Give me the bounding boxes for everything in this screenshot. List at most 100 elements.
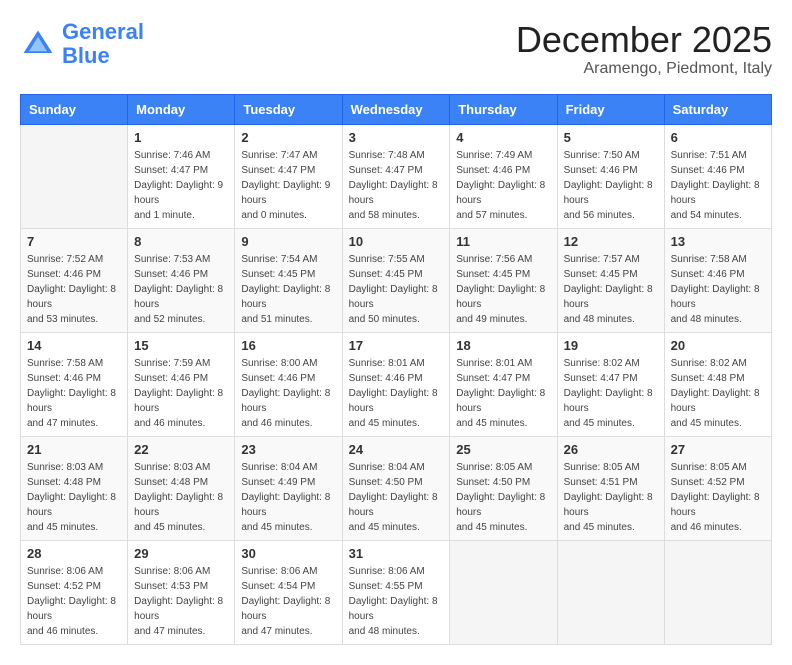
daylight-text-line1: Daylight: Daylight: 8 hours <box>241 282 335 312</box>
calendar-cell: 15Sunrise: 7:59 AMSunset: 4:46 PMDayligh… <box>128 332 235 436</box>
sunset-text: Sunset: 4:46 PM <box>134 267 228 282</box>
calendar-cell: 2Sunrise: 7:47 AMSunset: 4:47 PMDaylight… <box>235 124 342 228</box>
sunset-text: Sunset: 4:46 PM <box>134 371 228 386</box>
day-number: 23 <box>241 442 335 457</box>
day-info: Sunrise: 7:49 AMSunset: 4:46 PMDaylight:… <box>456 148 550 223</box>
sunrise-text: Sunrise: 8:06 AM <box>349 564 444 579</box>
sunrise-text: Sunrise: 8:06 AM <box>134 564 228 579</box>
sunrise-text: Sunrise: 7:58 AM <box>671 252 765 267</box>
day-number: 11 <box>456 234 550 249</box>
sunset-text: Sunset: 4:54 PM <box>241 579 335 594</box>
daylight-text-line2: and 47 minutes. <box>134 624 228 639</box>
calendar-cell: 21Sunrise: 8:03 AMSunset: 4:48 PMDayligh… <box>21 436 128 540</box>
day-info: Sunrise: 8:05 AMSunset: 4:51 PMDaylight:… <box>564 460 658 535</box>
day-number: 26 <box>564 442 658 457</box>
calendar-cell: 26 Sunrise: 8:05 AMSunset: 4:51 PMDayligh… <box>557 436 664 540</box>
daylight-text-line2: and 57 minutes. <box>456 208 550 223</box>
daylight-text-line2: and 54 minutes. <box>671 208 765 223</box>
daylight-text-line2: and 48 minutes. <box>349 624 444 639</box>
day-number: 17 <box>349 338 444 353</box>
daylight-text-line1: Daylight: Daylight: 8 hours <box>134 594 228 624</box>
daylight-text-line1: Daylight: Daylight: 8 hours <box>349 490 444 520</box>
day-number: 31 <box>349 546 444 561</box>
day-info: Sunrise: 7:46 AMSunset: 4:47 PMDaylight:… <box>134 148 228 223</box>
calendar-cell: 17Sunrise: 8:01 AMSunset: 4:46 PMDayligh… <box>342 332 450 436</box>
day-number: 30 <box>241 546 335 561</box>
daylight-text-line2: and 45 minutes. <box>27 520 121 535</box>
day-info: Sunrise: 7:56 AMSunset: 4:45 PMDaylight:… <box>456 252 550 327</box>
sunset-text: Sunset: 4:45 PM <box>241 267 335 282</box>
sunrise-text: Sunrise: 8:01 AM <box>456 356 550 371</box>
sunrise-text: Sunrise: 8:04 AM <box>349 460 444 475</box>
day-number: 24 <box>349 442 444 457</box>
daylight-text-line1: Daylight: Daylight: 8 hours <box>671 282 765 312</box>
day-number: 15 <box>134 338 228 353</box>
calendar-cell <box>664 540 771 644</box>
day-number: 4 <box>456 130 550 145</box>
day-info: Sunrise: 8:06 AMSunset: 4:55 PMDaylight:… <box>349 564 444 639</box>
main-title: December 2025 <box>516 20 772 60</box>
sunrise-text: Sunrise: 8:02 AM <box>671 356 765 371</box>
day-info: Sunrise: 8:05 AMSunset: 4:50 PMDaylight:… <box>456 460 550 535</box>
calendar-cell: 24 Sunrise: 8:04 AMSunset: 4:50 PMDayligh… <box>342 436 450 540</box>
calendar-cell <box>450 540 557 644</box>
calendar-cell: 19Sunrise: 8:02 AMSunset: 4:47 PMDayligh… <box>557 332 664 436</box>
sunset-text: Sunset: 4:46 PM <box>564 163 658 178</box>
sunset-text: Sunset: 4:46 PM <box>349 371 444 386</box>
calendar-week-row: 28Sunrise: 8:06 AMSunset: 4:52 PMDayligh… <box>21 540 772 644</box>
calendar-cell: 30Sunrise: 8:06 AMSunset: 4:54 PMDayligh… <box>235 540 342 644</box>
daylight-text-line1: Daylight: Daylight: 8 hours <box>456 386 550 416</box>
calendar-cell <box>21 124 128 228</box>
day-info: Sunrise: 7:58 AMSunset: 4:46 PMDaylight:… <box>27 356 121 431</box>
sunrise-text: Sunrise: 8:00 AM <box>241 356 335 371</box>
daylight-text-line2: and 48 minutes. <box>564 312 658 327</box>
calendar-cell: 7 Sunrise: 7:52 AMSunset: 4:46 PMDaylight… <box>21 228 128 332</box>
logo-general: General <box>62 19 144 44</box>
sunrise-text: Sunrise: 7:46 AM <box>134 148 228 163</box>
day-number: 10 <box>349 234 444 249</box>
sunrise-text: Sunrise: 7:51 AM <box>671 148 765 163</box>
daylight-text-line1: Daylight: Daylight: 8 hours <box>456 178 550 208</box>
day-info: Sunrise: 8:04 AMSunset: 4:49 PMDaylight:… <box>241 460 335 535</box>
daylight-text-line1: Daylight: Daylight: 8 hours <box>27 386 121 416</box>
day-number: 7 <box>27 234 121 249</box>
day-info: Sunrise: 7:58 AMSunset: 4:46 PMDaylight:… <box>671 252 765 327</box>
daylight-text-line1: Daylight: Daylight: 8 hours <box>27 490 121 520</box>
daylight-text-line1: Daylight: Daylight: 8 hours <box>671 490 765 520</box>
daylight-text-line2: and 50 minutes. <box>349 312 444 327</box>
daylight-text-line1: Daylight: Daylight: 8 hours <box>241 386 335 416</box>
daylight-text-line1: Daylight: Daylight: 8 hours <box>564 386 658 416</box>
day-of-week-header: Sunday <box>21 94 128 124</box>
calendar-cell: 27Sunrise: 8:05 AMSunset: 4:52 PMDayligh… <box>664 436 771 540</box>
day-info: Sunrise: 7:55 AMSunset: 4:45 PMDaylight:… <box>349 252 444 327</box>
sunset-text: Sunset: 4:47 PM <box>241 163 335 178</box>
day-info: Sunrise: 7:52 AMSunset: 4:46 PMDaylight:… <box>27 252 121 327</box>
calendar-cell: 22Sunrise: 8:03 AMSunset: 4:48 PMDayligh… <box>128 436 235 540</box>
logo-text: General Blue <box>62 20 144 68</box>
sunrise-text: Sunrise: 8:06 AM <box>27 564 121 579</box>
sunrise-text: Sunrise: 8:05 AM <box>456 460 550 475</box>
daylight-text-line2: and 47 minutes. <box>27 416 121 431</box>
sunrise-text: Sunrise: 7:47 AM <box>241 148 335 163</box>
daylight-text-line2: and 49 minutes. <box>456 312 550 327</box>
sunset-text: Sunset: 4:50 PM <box>349 475 444 490</box>
sunrise-text: Sunrise: 7:58 AM <box>27 356 121 371</box>
day-number: 1 <box>134 130 228 145</box>
sunset-text: Sunset: 4:48 PM <box>27 475 121 490</box>
sunrise-text: Sunrise: 8:06 AM <box>241 564 335 579</box>
daylight-text-line1: Daylight: Daylight: 8 hours <box>241 490 335 520</box>
calendar-header-row: SundayMondayTuesdayWednesdayThursdayFrid… <box>21 94 772 124</box>
calendar-week-row: 1Sunrise: 7:46 AMSunset: 4:47 PMDaylight… <box>21 124 772 228</box>
logo: General Blue <box>20 20 144 68</box>
day-number: 20 <box>671 338 765 353</box>
calendar-cell: 13Sunrise: 7:58 AMSunset: 4:46 PMDayligh… <box>664 228 771 332</box>
daylight-text-line1: Daylight: Daylight: 8 hours <box>564 282 658 312</box>
calendar-cell: 6Sunrise: 7:51 AMSunset: 4:46 PMDaylight… <box>664 124 771 228</box>
sunset-text: Sunset: 4:48 PM <box>134 475 228 490</box>
sunrise-text: Sunrise: 7:49 AM <box>456 148 550 163</box>
calendar-cell: 28Sunrise: 8:06 AMSunset: 4:52 PMDayligh… <box>21 540 128 644</box>
calendar-body: 1Sunrise: 7:46 AMSunset: 4:47 PMDaylight… <box>21 124 772 644</box>
day-info: Sunrise: 7:54 AMSunset: 4:45 PMDaylight:… <box>241 252 335 327</box>
logo-icon <box>20 26 56 62</box>
daylight-text-line1: Daylight: Daylight: 8 hours <box>134 282 228 312</box>
